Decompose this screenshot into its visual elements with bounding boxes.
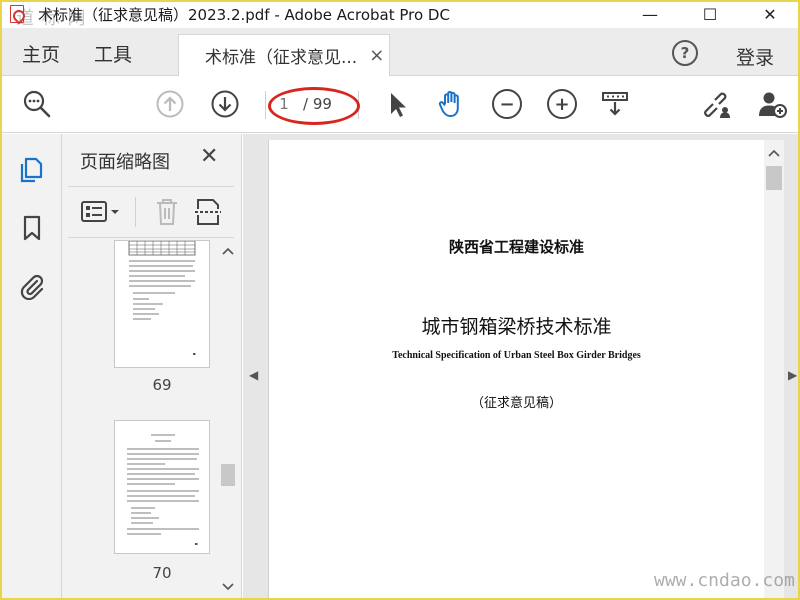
page-title: 城市钢箱梁桥技术标准 bbox=[421, 316, 612, 338]
window-controls: — ☐ ✕ bbox=[620, 0, 800, 28]
extract-page-icon[interactable] bbox=[194, 197, 222, 227]
doc-scroll-up-icon[interactable] bbox=[768, 148, 780, 158]
page-thumbnail[interactable] bbox=[114, 240, 210, 368]
help-icon[interactable]: ? bbox=[672, 40, 698, 66]
tab-close-icon[interactable]: × bbox=[369, 45, 384, 66]
collapse-left-icon[interactable]: ◀ bbox=[249, 368, 258, 382]
panel-title: 页面缩略图 bbox=[80, 152, 170, 173]
toolbar-divider bbox=[265, 91, 266, 119]
maximize-button[interactable]: ☐ bbox=[680, 0, 740, 28]
thumbnail-scrollbar[interactable] bbox=[218, 242, 238, 596]
panel-tool-divider bbox=[135, 197, 136, 227]
panel-close-icon[interactable]: ✕ bbox=[200, 144, 218, 169]
collapse-right-icon[interactable]: ▶ bbox=[788, 368, 797, 382]
page-english-title: Technical Specification of Urban Steel B… bbox=[392, 350, 641, 361]
delete-page-icon[interactable] bbox=[154, 197, 180, 227]
page-organization: 陕西省工程建设标准 bbox=[448, 238, 584, 256]
zoom-in-icon[interactable]: + bbox=[547, 89, 577, 119]
scrollbar-thumb[interactable] bbox=[221, 464, 235, 486]
pdf-page[interactable]: 陕西省工程建设标准 城市钢箱梁桥技术标准 Technical Specifica… bbox=[268, 140, 764, 600]
page-draft-label: （征求意见稿） bbox=[470, 396, 562, 411]
thumbnail-label: 69 bbox=[152, 376, 172, 394]
scroll-mode-icon[interactable] bbox=[600, 89, 630, 119]
next-page-icon[interactable] bbox=[210, 89, 240, 119]
previous-page-icon[interactable] bbox=[155, 89, 185, 119]
add-user-icon[interactable] bbox=[757, 89, 787, 119]
scroll-down-icon[interactable] bbox=[222, 582, 234, 592]
document-tab-label: 术标准（征求意见... bbox=[205, 48, 358, 68]
home-menu[interactable]: 主页 bbox=[22, 40, 60, 67]
page-thumbnail-preview bbox=[127, 434, 199, 545]
menu-bar: 主页 工具 术标准（征求意见... × ? 登录 bbox=[0, 28, 800, 76]
hand-tool-icon[interactable] bbox=[436, 89, 466, 119]
thumbnail-options-icon[interactable] bbox=[80, 199, 124, 225]
share-link-icon[interactable] bbox=[702, 89, 732, 119]
bookmark-icon[interactable] bbox=[18, 214, 46, 242]
title-bar: 道 标 网 术标准（征求意见稿）2023.2.pdf - Adobe Acrob… bbox=[0, 0, 800, 29]
zoom-out-icon[interactable]: − bbox=[492, 89, 522, 119]
tools-menu[interactable]: 工具 bbox=[94, 40, 132, 67]
select-cursor-icon[interactable] bbox=[383, 89, 413, 119]
thumbnail-panel: 页面缩略图 ✕ 69 70 bbox=[62, 134, 242, 600]
site-watermark: www.cndao.com bbox=[654, 570, 795, 591]
left-rail bbox=[0, 134, 62, 600]
document-tab[interactable]: 术标准（征求意见... × bbox=[178, 34, 390, 76]
toolbar: − + bbox=[0, 77, 800, 133]
page-thumbnail[interactable] bbox=[114, 420, 210, 554]
thumbnail-label: 70 bbox=[152, 564, 172, 582]
attachment-icon[interactable] bbox=[18, 272, 46, 300]
scroll-up-icon[interactable] bbox=[222, 246, 234, 256]
minimize-button[interactable]: — bbox=[620, 0, 680, 28]
page-thumbnail-preview bbox=[128, 241, 196, 355]
login-button[interactable]: 登录 bbox=[736, 43, 774, 70]
thumbnail-list: 69 70 bbox=[62, 240, 242, 600]
panel-toolbar bbox=[68, 186, 234, 238]
page-thumbnails-icon[interactable] bbox=[18, 156, 46, 184]
window-title: 术标准（征求意见稿）2023.2.pdf - Adobe Acrobat Pro… bbox=[38, 5, 450, 24]
doc-scrollbar-thumb[interactable] bbox=[766, 166, 782, 190]
zoom-search-icon[interactable] bbox=[22, 89, 52, 119]
document-scrollbar[interactable] bbox=[764, 140, 784, 600]
annotation-ellipse bbox=[268, 87, 360, 125]
close-window-button[interactable]: ✕ bbox=[740, 0, 800, 28]
watermark-logo: 道 标 网 bbox=[16, 8, 87, 29]
document-area: ◀ 陕西省工程建设标准 城市钢箱梁桥技术标准 Technical Specifi… bbox=[243, 134, 800, 600]
